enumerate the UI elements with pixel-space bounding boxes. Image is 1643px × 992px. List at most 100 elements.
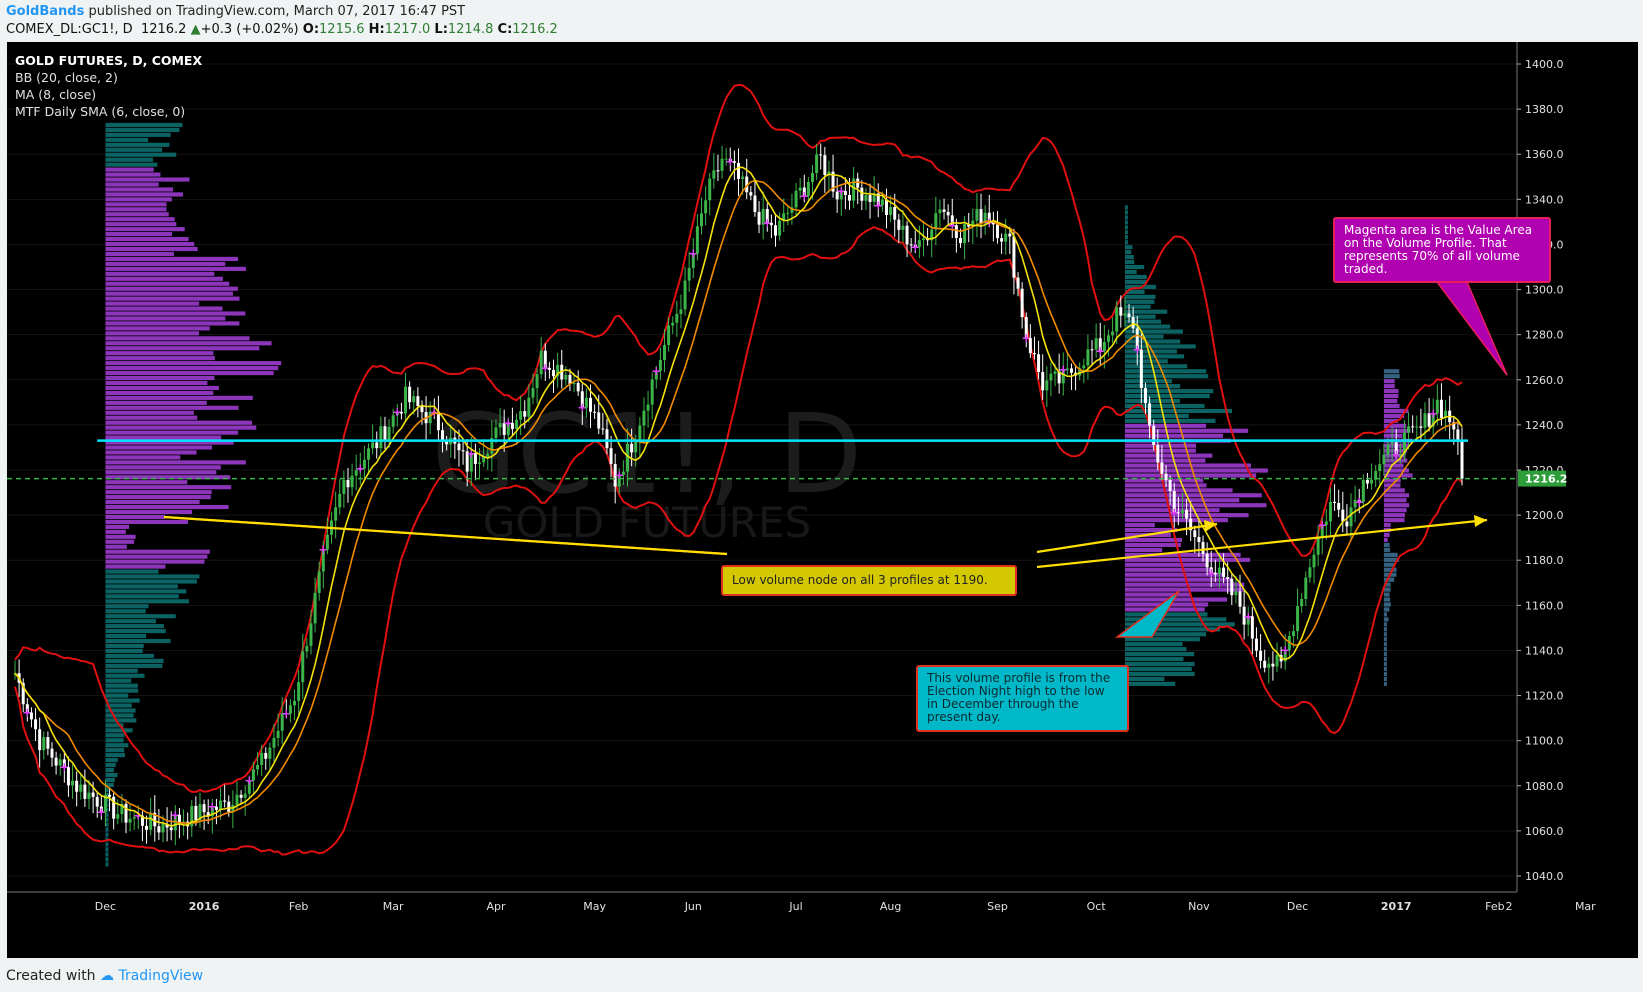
profile-2-bin [1124, 433, 1224, 438]
value-area-callout[interactable]: Magenta area is the Value Area on the Vo… [1333, 217, 1551, 283]
legend-bb[interactable]: BB (20, close, 2) [15, 69, 202, 86]
profile-1-bin [105, 857, 109, 862]
value-area-pointer [1435, 281, 1508, 376]
candle-body [1217, 567, 1221, 575]
candle-body [498, 423, 502, 428]
price-tick-label: 1140.0 [1525, 644, 1564, 657]
profile-3-bin [1383, 473, 1413, 478]
candle-body [1156, 444, 1160, 463]
candle-body [1127, 313, 1131, 318]
legend-ma[interactable]: MA (8, close) [15, 86, 202, 103]
profile-1-bin [105, 212, 169, 217]
profile-1-bin [105, 281, 230, 286]
profile-1-bin [105, 261, 226, 266]
author-link[interactable]: GoldBands [6, 4, 84, 19]
candle-body [630, 443, 634, 453]
profile-1-bin [105, 564, 166, 569]
candle-body [350, 475, 354, 488]
profile-2-bin [1124, 225, 1128, 230]
profile-1-bin [105, 465, 221, 470]
profile-2-bin [1124, 587, 1244, 592]
legend-mtf[interactable]: MTF Daily SMA (6, close, 0) [15, 103, 202, 120]
candle-body [91, 792, 95, 797]
profile-2-bin [1124, 393, 1210, 399]
candle-body [1106, 335, 1110, 342]
candle-body [683, 280, 687, 310]
candle-body [457, 443, 461, 451]
profile-3-bin [1383, 508, 1407, 513]
candle-body [362, 459, 366, 469]
profile-1-bin [105, 177, 190, 182]
candle-body [478, 462, 482, 464]
close-label: C: [497, 22, 513, 37]
candle-body [46, 737, 50, 749]
profile-1-bin [105, 514, 166, 520]
profile-1-bin [105, 584, 178, 589]
candle-body [223, 800, 227, 802]
time-tick-label: Sep [987, 900, 1008, 913]
price-tick-label: 1400.0 [1525, 58, 1564, 71]
profile-1-bin [105, 410, 194, 415]
price-chart[interactable]: GC1!, DGOLD FUTURES+++ + +++++++ ++++++++++… [7, 42, 1638, 958]
profile-1-bin [105, 351, 214, 356]
candle-body [272, 737, 276, 748]
candle-body [847, 194, 851, 201]
profile-1-bin [105, 395, 253, 400]
candle-body [1296, 606, 1300, 632]
profile-2-bin [1124, 642, 1183, 647]
candle-body [1143, 388, 1147, 404]
candle-body [1316, 537, 1320, 555]
profile-3-bin [1383, 532, 1390, 538]
profile-3-bin [1383, 666, 1387, 672]
candle-body [288, 705, 292, 714]
profile-1-bin [105, 633, 147, 639]
tradingview-link[interactable]: TradingView [118, 968, 203, 984]
profile-2-bin [1124, 279, 1147, 285]
profile-1-bin [105, 762, 116, 768]
profile-2-bin [1124, 240, 1128, 245]
candle-body [1259, 650, 1263, 661]
time-tick-label: Jul [788, 900, 802, 913]
profile-2-bin [1124, 408, 1233, 414]
candle-body [663, 345, 667, 360]
profile-3-bin [1383, 607, 1390, 612]
candle-body [251, 769, 255, 781]
profile-1-bin [105, 197, 172, 202]
profile-3-bin [1383, 369, 1400, 374]
low-volume-callout[interactable]: Low volume node on all 3 profiles at 119… [721, 565, 1017, 596]
profile-2-bin [1124, 250, 1132, 255]
profile-2-bin [1124, 671, 1195, 677]
profile-1-bin [105, 455, 181, 460]
profile-1-bin [105, 678, 132, 683]
price-tick-label: 1340.0 [1525, 193, 1564, 206]
profile-2-bin [1124, 269, 1137, 275]
profile-1-bin [105, 400, 207, 405]
candle-body [42, 737, 46, 751]
profile-3-bin [1383, 513, 1405, 518]
candle-body [379, 426, 383, 449]
profile-range-callout[interactable]: This volume profile is from the Election… [916, 665, 1129, 732]
candle-body [1365, 479, 1369, 484]
time-tick-label: Apr [486, 900, 506, 913]
high-value: 1217.0 [384, 22, 431, 37]
candle-body [687, 267, 691, 281]
profile-2-bin [1124, 235, 1128, 240]
profile-3-bin [1383, 676, 1387, 681]
time-tick-label: Feb [1485, 900, 1504, 913]
candle-body [864, 195, 868, 201]
profile-1-bin [105, 306, 223, 311]
time-tick-label: Dec [95, 900, 116, 913]
chart-panel[interactable]: GC1!, D GOLD FUTURES + + + + + + + + + + + + + + + + + + + + +… [7, 42, 1638, 958]
profile-1-bin [105, 222, 177, 227]
candle-body [325, 534, 329, 550]
profile-2-bin [1124, 537, 1183, 543]
candle-body [597, 412, 601, 429]
candle-body [921, 238, 925, 241]
profile-1-bin [105, 361, 282, 366]
candle-body [1090, 349, 1094, 351]
time-tick-label: Oct [1087, 900, 1107, 913]
profile-1-bin [105, 862, 109, 867]
price-tick-label: 1080.0 [1525, 780, 1564, 793]
candle-body [75, 780, 79, 792]
candle-body [646, 404, 650, 411]
